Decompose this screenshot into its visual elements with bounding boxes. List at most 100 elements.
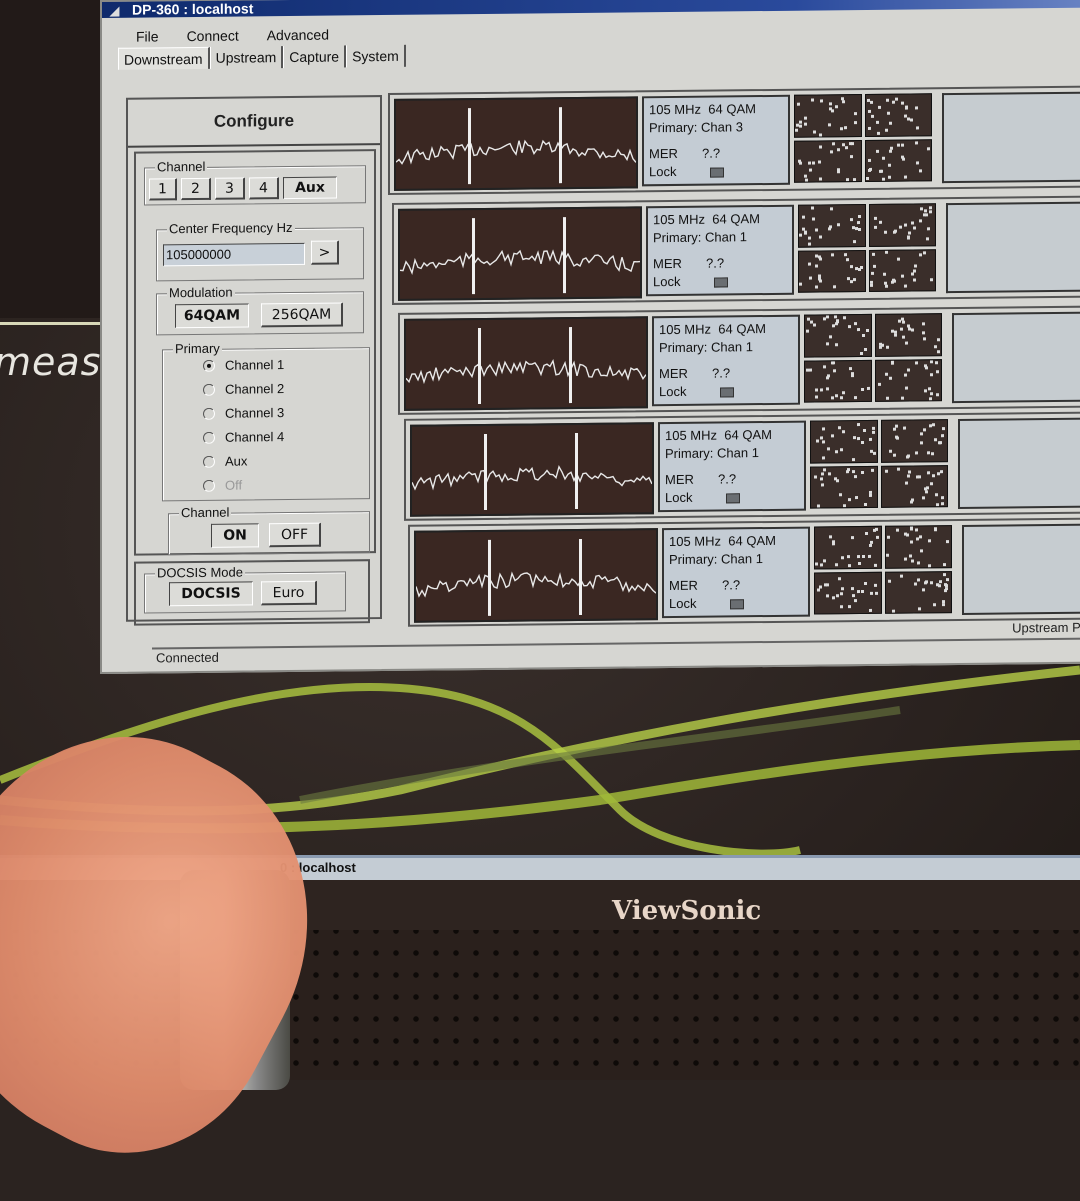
constellation-point: [852, 225, 856, 229]
channel-aux-button[interactable]: Aux: [283, 176, 337, 200]
marker-right: [559, 107, 562, 184]
constellation-point: [795, 129, 799, 133]
radio-indicator: [203, 431, 215, 444]
apply-frequency-button[interactable]: >: [311, 240, 339, 265]
menu-connect[interactable]: Connect: [173, 24, 253, 47]
constellation-point: [888, 376, 892, 380]
channel-on-button[interactable]: ON: [211, 523, 259, 548]
channel-off-button[interactable]: OFF: [269, 522, 321, 548]
radio-label: Channel 4: [225, 429, 285, 445]
constellation-point: [857, 422, 860, 426]
constellation-point: [803, 174, 807, 178]
constellation-point: [831, 253, 835, 257]
constellation-point: [906, 533, 909, 537]
constellation-point: [946, 578, 950, 582]
constellation-point: [840, 586, 844, 590]
title-bar[interactable]: ◢ DP-360 : localhost: [102, 0, 1080, 18]
constellation-point: [819, 477, 823, 481]
constellation-point: [847, 555, 851, 559]
primary-channel-1-radio[interactable]: Channel 1: [203, 357, 284, 373]
primary-channel-3-radio[interactable]: Channel 3: [203, 405, 284, 421]
constellation-point: [900, 101, 904, 106]
constellation-point: [815, 439, 819, 443]
channel-3-button[interactable]: 3: [215, 177, 245, 200]
constellation-point: [799, 233, 803, 237]
constellation-point: [915, 361, 919, 365]
primary-channel-4-radio[interactable]: Channel 4: [203, 429, 284, 445]
constellation-point: [833, 477, 837, 481]
constellation-point: [943, 563, 947, 567]
constellation-point: [941, 496, 945, 500]
constellation-point: [860, 351, 864, 355]
constellation-point: [898, 225, 902, 229]
marker-right: [579, 538, 582, 615]
constellation-point: [827, 123, 831, 127]
channel-freq-mod: 105 MHz 64 QAM: [665, 426, 772, 444]
tab-upstream[interactable]: Upstream: [209, 46, 284, 69]
constellation-point: [847, 604, 851, 609]
channel-2-button[interactable]: 2: [181, 177, 211, 201]
constellation-point: [939, 470, 943, 474]
constellation-quadrant: [804, 313, 872, 358]
constellation-point: [870, 469, 874, 473]
tab-downstream[interactable]: Downstream: [118, 46, 210, 70]
constellation-point: [889, 449, 893, 453]
constellation-point: [826, 376, 830, 380]
tab-capture[interactable]: Capture: [283, 45, 347, 69]
docsis-mode-panel: DOCSIS Mode DOCSIS Euro: [134, 559, 370, 626]
constellation-point: [893, 230, 897, 234]
constellation-point: [907, 117, 911, 121]
primary-aux-radio[interactable]: Aux: [203, 453, 247, 469]
constellation-point: [819, 132, 823, 137]
constellation-point: [937, 338, 941, 342]
radio-indicator: [203, 455, 215, 468]
tab-system[interactable]: System: [346, 44, 406, 68]
constellation-point: [842, 503, 846, 507]
center-frequency-input[interactable]: 105000000: [163, 242, 305, 267]
constellation-point: [887, 163, 891, 167]
spectrum-trace: [399, 249, 641, 276]
constellation-point: [931, 474, 935, 478]
menu-advanced[interactable]: Advanced: [253, 23, 343, 46]
mer-label: MER: [649, 145, 678, 162]
primary-off-radio: Off: [203, 478, 242, 493]
constellation-point: [902, 320, 906, 324]
status-bar: Connected: [152, 637, 1080, 668]
constellation-point: [822, 456, 826, 460]
constellation-point: [862, 555, 866, 559]
configure-title: Configure: [128, 97, 380, 148]
constellation-point: [915, 161, 919, 165]
center-frequency-group: Center Frequency Hz 105000000 >: [156, 219, 364, 282]
constellation-point: [895, 98, 899, 102]
constellation-point: [905, 386, 909, 390]
channel-info-panel: 105 MHz 64 QAM Primary: Chan 1 MER?.? Lock: [652, 314, 800, 407]
constellation-point: [923, 389, 927, 393]
channel-1-button[interactable]: 1: [149, 178, 177, 201]
constellation-point: [879, 220, 883, 224]
constellation-point: [883, 272, 887, 276]
euro-button[interactable]: Euro: [261, 580, 317, 606]
modulation-64qam-button[interactable]: 64QAM: [175, 303, 249, 329]
constellation-display: [794, 93, 932, 183]
channel-4-button[interactable]: 4: [249, 177, 279, 200]
constellation-point: [851, 535, 855, 539]
constellation-point: [936, 582, 940, 586]
constellation-point: [919, 219, 923, 223]
constellation-point: [847, 497, 851, 501]
constellation-point: [808, 368, 812, 372]
constellation-point: [828, 335, 832, 339]
constellation-point: [922, 495, 926, 499]
constellation-point: [901, 335, 905, 339]
docsis-button[interactable]: DOCSIS: [169, 581, 253, 607]
constellation-point: [837, 147, 841, 151]
level-meter-panel: [952, 311, 1080, 404]
modulation-256qam-button[interactable]: 256QAM: [261, 302, 343, 328]
constellation-point: [846, 178, 850, 182]
constellation-point: [854, 475, 858, 479]
menu-file[interactable]: File: [122, 25, 173, 48]
channel-info-panel: 105 MHz 64 QAM Primary: Chan 1 MER?.? Lock: [646, 204, 794, 297]
primary-channel-2-radio[interactable]: Channel 2: [203, 381, 284, 397]
constellation-point: [807, 161, 811, 165]
constellation-point: [946, 540, 950, 544]
constellation-point: [929, 482, 933, 486]
